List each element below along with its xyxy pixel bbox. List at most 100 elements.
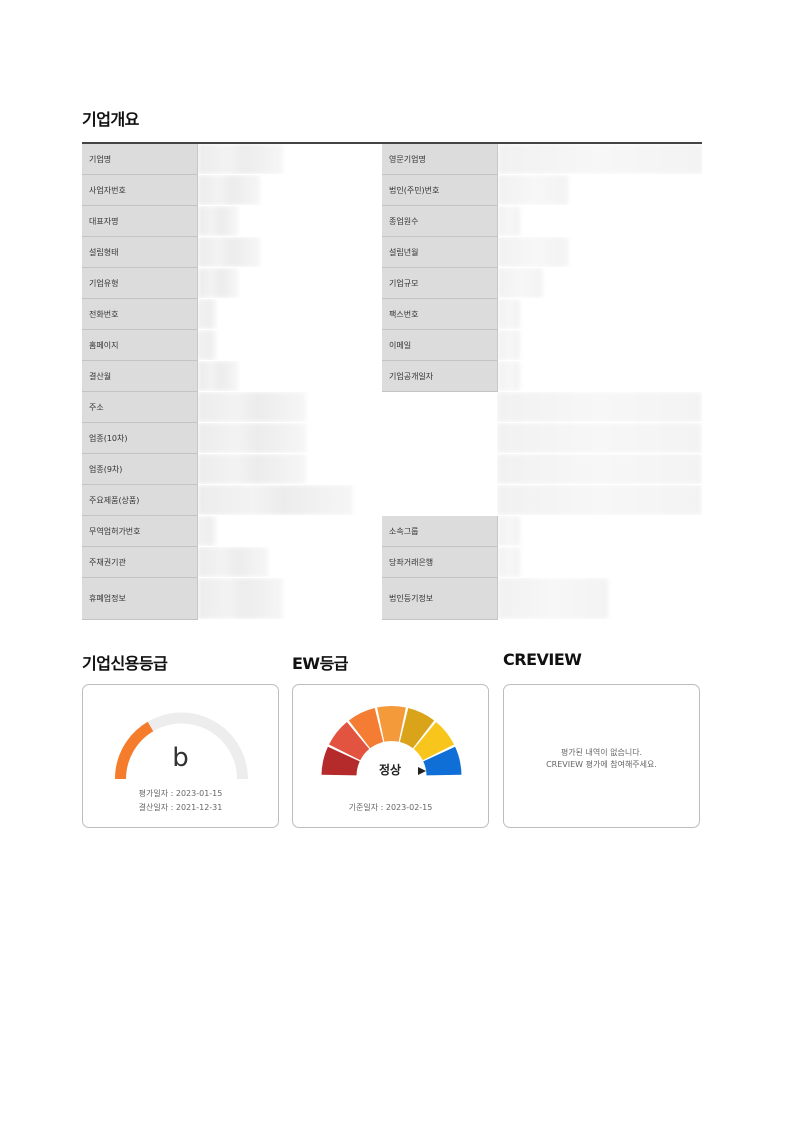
overview-row: 대표자명 종업원수	[82, 205, 702, 237]
overview-label: 업종(9차)	[82, 453, 198, 485]
redacted-value	[497, 485, 702, 515]
overview-row: 휴폐업정보 법인등기정보	[82, 577, 702, 620]
redacted-value	[197, 361, 238, 391]
redacted-value	[497, 578, 608, 619]
overview-row: 결산월 기업공개일자	[82, 360, 702, 392]
ew-status-label: 정상	[379, 763, 402, 777]
overview-label: 전화번호	[82, 298, 198, 330]
overview-value	[197, 236, 382, 268]
creview-card: 평가된 내역이 없습니다. CREVIEW 평가에 참여해주세요.	[503, 684, 700, 828]
overview-value	[197, 453, 497, 485]
overview-label: 법인등기정보	[382, 577, 498, 620]
overview-value	[497, 143, 702, 175]
overview-value	[497, 577, 702, 620]
overview-value	[197, 484, 497, 516]
overview-label: 설립형태	[82, 236, 198, 268]
credit-settle-date: 결산일자 : 2021-12-31	[138, 803, 223, 812]
overview-value	[497, 515, 702, 547]
creview-message-line2: CREVIEW 평가에 참여해주세요.	[546, 760, 657, 769]
credit-grade-letter: b	[172, 743, 189, 773]
overview-label: 팩스번호	[382, 298, 498, 330]
overview-label: 업종(10차)	[82, 422, 198, 454]
overview-value	[197, 515, 382, 547]
redacted-value	[497, 144, 702, 174]
overview-title: 기업개요	[82, 110, 139, 129]
overview-value	[497, 205, 702, 237]
overview-value	[197, 267, 382, 299]
overview-value	[497, 329, 702, 361]
overview-label: 사업자번호	[82, 174, 198, 206]
overview-value	[197, 205, 382, 237]
redacted-value	[497, 454, 702, 484]
overview-value	[197, 360, 382, 392]
overview-label: 기업공개일자	[382, 360, 498, 392]
redacted-value	[197, 454, 306, 484]
overview-label: 주요제품(상품)	[82, 484, 198, 516]
overview-label: 기업유형	[82, 267, 198, 299]
overview-row: 주채권기관 당좌거래은행	[82, 546, 702, 578]
overview-row: 주소	[82, 391, 702, 423]
overview-value	[497, 267, 702, 299]
overview-row: 설립형태 설립년월	[82, 236, 702, 268]
ew-base-date: 기준일자 : 2023-02-15	[348, 803, 433, 812]
redacted-value	[497, 516, 520, 546]
redacted-value	[197, 578, 283, 619]
redacted-value	[197, 392, 306, 422]
overview-value	[497, 422, 702, 454]
company-overview-table: 기업명 영문기업명사업자번호 법인(주민)번호 대표자명 종업원수 설립형태 설립년월 기업유…	[82, 142, 702, 620]
overview-value	[497, 546, 702, 578]
overview-row: 업종(10차)	[82, 422, 702, 454]
overview-value	[497, 453, 702, 485]
overview-label: 기업규모	[382, 267, 498, 299]
overview-label: 휴폐업정보	[82, 577, 198, 620]
redacted-value	[497, 361, 520, 391]
overview-label: 주소	[82, 391, 198, 423]
overview-value	[497, 298, 702, 330]
overview-label: 결산월	[82, 360, 198, 392]
redacted-value	[197, 485, 353, 515]
overview-row: 전화번호 팩스번호	[82, 298, 702, 330]
redacted-value	[197, 268, 238, 298]
redacted-value	[497, 268, 543, 298]
overview-value	[197, 391, 497, 423]
overview-row: 사업자번호 법인(주민)번호	[82, 174, 702, 206]
redacted-value	[197, 206, 238, 236]
overview-row: 기업유형 기업규모	[82, 267, 702, 299]
credit-grade-title: 기업신용등급	[82, 654, 168, 673]
ew-grade-title: EW등급	[292, 654, 349, 673]
overview-label: 법인(주민)번호	[382, 174, 498, 206]
overview-value	[197, 298, 382, 330]
overview-row: 기업명 영문기업명	[82, 143, 702, 175]
redacted-value	[497, 392, 702, 422]
overview-row: 업종(9차)	[82, 453, 702, 485]
creview-title: CREVIEW	[503, 650, 582, 669]
overview-value	[197, 143, 382, 175]
overview-label: 주채권기관	[82, 546, 198, 578]
overview-value	[497, 236, 702, 268]
ew-grade-card: 정상 기준일자 : 2023-02-15	[292, 684, 489, 828]
overview-label: 기업명	[82, 143, 198, 175]
overview-row: 무역업허가번호 소속그룹	[82, 515, 702, 547]
redacted-value	[497, 423, 702, 453]
overview-value	[497, 360, 702, 392]
creview-message-line1: 평가된 내역이 없습니다.	[560, 748, 643, 757]
overview-label: 영문기업명	[382, 143, 498, 175]
overview-value	[197, 329, 382, 361]
credit-eval-date: 평가일자 : 2023-01-15	[138, 789, 223, 798]
redacted-value	[197, 516, 216, 546]
credit-grade-card: b 평가일자 : 2023-01-15 결산일자 : 2021-12-31	[82, 684, 279, 828]
redacted-value	[497, 206, 520, 236]
overview-label: 이메일	[382, 329, 498, 361]
overview-row: 주요제품(상품)	[82, 484, 702, 516]
overview-row: 홈페이지 이메일	[82, 329, 702, 361]
redacted-value	[497, 299, 520, 329]
pointer-triangle-icon	[418, 767, 426, 775]
overview-value	[497, 484, 702, 516]
overview-label: 종업원수	[382, 205, 498, 237]
redacted-value	[497, 237, 568, 267]
redacted-value	[197, 547, 268, 577]
overview-label: 당좌거래은행	[382, 546, 498, 578]
redacted-value	[197, 175, 260, 205]
overview-label: 소속그룹	[382, 515, 498, 547]
overview-value	[497, 174, 702, 206]
